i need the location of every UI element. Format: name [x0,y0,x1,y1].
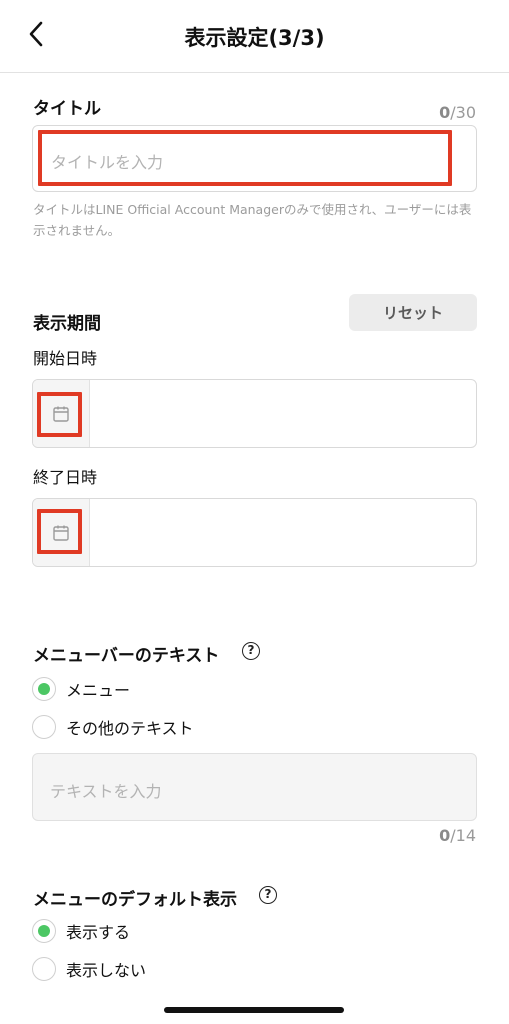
start-datetime-label: 開始日時 [33,349,98,368]
radio-option-label: 表示しない [66,961,147,980]
menubar-counter-max: /14 [450,826,476,845]
help-circle-icon[interactable]: ? [242,642,260,660]
radio-selected[interactable] [32,677,56,701]
menubar-counter-current: 0 [439,826,451,845]
radio-option-label: 表示する [66,923,131,942]
end-datetime-field[interactable] [32,498,477,567]
help-circle-icon[interactable]: ? [259,886,277,904]
radio-selected[interactable] [32,919,56,943]
title-label: タイトル [33,99,101,119]
radio-unselected[interactable] [32,715,56,739]
menubar-text-input[interactable]: テキストを入力 [32,753,477,821]
title-counter-current: 0 [439,103,451,122]
menubar-text-placeholder: テキストを入力 [50,782,162,801]
start-datetime-field[interactable] [32,379,477,448]
title-char-counter: 0/30 [439,103,476,122]
radio-option-other-text[interactable]: その他のテキスト [32,713,194,741]
default-display-label: メニューのデフォルト表示 [33,890,237,910]
radio-option-label: メニュー [66,681,131,700]
menubar-text-label: メニューバーのテキスト [33,646,220,666]
radio-option-menu[interactable]: メニュー [32,675,130,703]
radio-option-label: その他のテキスト [66,719,194,738]
menubar-char-counter: 0/14 [439,826,476,845]
title-input-highlight [38,130,452,186]
radio-option-hide[interactable]: 表示しない [32,955,146,983]
header-bar: 表示設定(3/3) [0,0,509,73]
start-calendar-highlight [37,392,82,437]
home-indicator [164,1007,344,1013]
end-datetime-label: 終了日時 [33,468,98,487]
radio-option-show[interactable]: 表示する [32,917,130,945]
title-counter-max: /30 [450,103,476,122]
display-period-label: 表示期間 [33,314,101,334]
display-settings-screen: 表示設定(3/3) タイトル 0/30 タイトルを入力 タイトルはLINE Of… [0,0,509,1024]
page-title: 表示設定(3/3) [184,26,325,50]
reset-button[interactable]: リセット [349,294,477,331]
end-calendar-highlight [37,509,82,554]
title-hint-text: タイトルはLINE Official Account Managerのみで使用さ… [33,202,472,238]
radio-unselected[interactable] [32,957,56,981]
